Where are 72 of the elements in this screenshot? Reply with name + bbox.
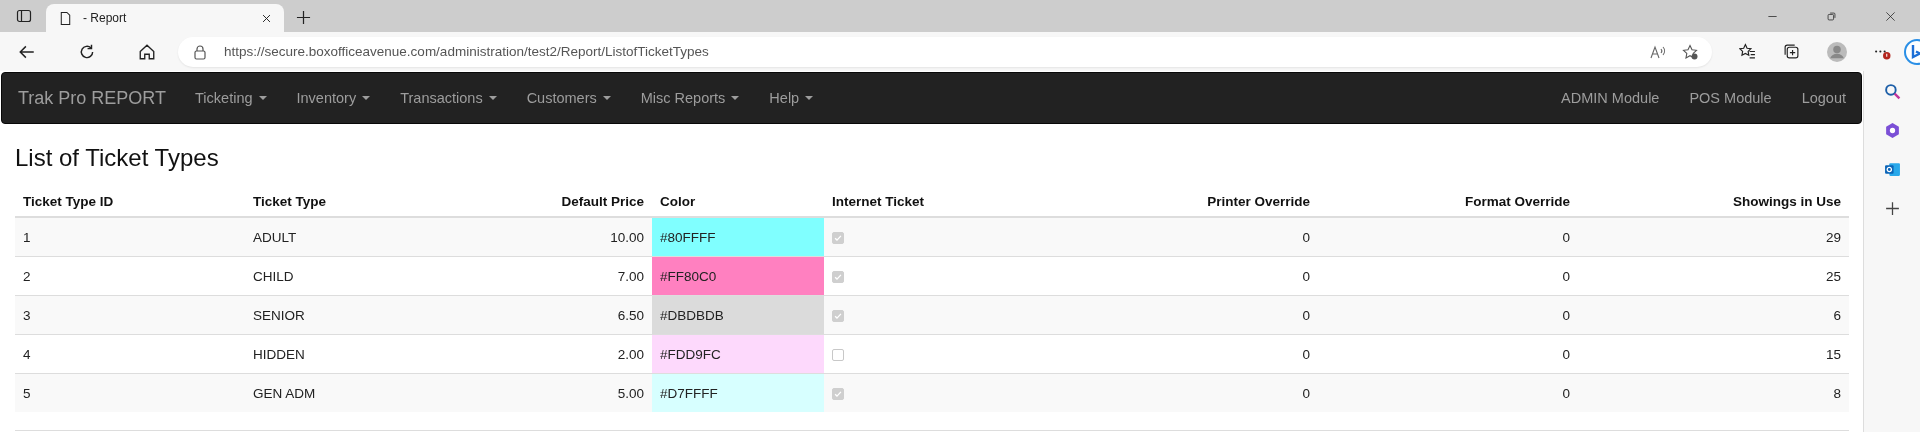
table-cell: 0 bbox=[1318, 373, 1578, 412]
favorite-add-icon[interactable] bbox=[1682, 43, 1698, 60]
table-cell: 10.00 bbox=[520, 217, 652, 257]
checkbox[interactable] bbox=[832, 309, 844, 322]
favorites-icon[interactable] bbox=[1739, 43, 1756, 60]
menu-dropdown[interactable]: Misc Reports bbox=[625, 73, 755, 123]
table-cell: 6 bbox=[1578, 295, 1849, 335]
table-cell: 3 bbox=[15, 295, 245, 335]
table-cell: 0 bbox=[1100, 256, 1318, 296]
refresh-icon[interactable] bbox=[78, 42, 96, 61]
table-cell: 0 bbox=[1100, 334, 1318, 374]
nav-link[interactable]: ADMIN Module bbox=[1546, 73, 1675, 123]
nav-link[interactable]: POS Module bbox=[1674, 73, 1787, 123]
add-icon[interactable] bbox=[1883, 200, 1901, 217]
table-cell: 0 bbox=[1100, 373, 1318, 412]
table-cell: SENIOR bbox=[245, 295, 520, 335]
table-cell: 0 bbox=[1318, 295, 1578, 335]
tab-title: - Report bbox=[83, 11, 128, 25]
table-cell: 4 bbox=[15, 334, 245, 374]
table-cell: CHILD bbox=[245, 256, 520, 296]
checkbox[interactable] bbox=[832, 348, 844, 361]
checkbox[interactable] bbox=[832, 231, 844, 244]
tab-actions-icon[interactable] bbox=[16, 8, 32, 24]
browser-tab[interactable]: - Report bbox=[46, 4, 284, 32]
restore-icon[interactable] bbox=[1826, 11, 1837, 22]
menu-dropdown[interactable]: Ticketing bbox=[180, 73, 282, 123]
outlook-icon[interactable] bbox=[1883, 161, 1901, 178]
table-cell: 7.00 bbox=[520, 256, 652, 296]
color-cell: #D7FFFF bbox=[652, 373, 824, 412]
table-cell: HIDDEN bbox=[245, 334, 520, 374]
menu-dropdown[interactable]: Help bbox=[754, 73, 829, 123]
table-cell: 0 bbox=[1318, 334, 1578, 374]
checkbox[interactable] bbox=[832, 270, 844, 283]
color-cell: #FDD9FC bbox=[652, 334, 824, 374]
hexagon-icon[interactable] bbox=[1883, 122, 1901, 139]
table-cell: 8 bbox=[1578, 373, 1849, 412]
search-icon[interactable] bbox=[1883, 83, 1901, 100]
table-cell: 0 bbox=[1100, 217, 1318, 257]
address-bar[interactable]: https://secure.boxofficeavenue.com/administration/test2/Report/ListofTicketTypes bbox=[178, 36, 1712, 67]
profile-avatar-icon[interactable] bbox=[1827, 41, 1847, 62]
brand-title[interactable]: Trak Pro REPORT bbox=[18, 87, 167, 109]
table-cell: 2.00 bbox=[520, 334, 652, 374]
page-icon bbox=[58, 10, 73, 26]
nav-link[interactable]: Logout bbox=[1786, 73, 1861, 123]
table-cell: 15 bbox=[1578, 334, 1849, 374]
menu-dropdown[interactable]: Inventory bbox=[281, 73, 386, 123]
table-cell: ADULT bbox=[245, 217, 520, 257]
table-cell: 0 bbox=[1100, 295, 1318, 335]
read-aloud-icon[interactable] bbox=[1650, 43, 1666, 60]
table-cell: 1 bbox=[15, 217, 245, 257]
table-cell: GEN ADM bbox=[245, 373, 520, 412]
table-cell: 0 bbox=[1318, 217, 1578, 257]
color-cell: #80FFFF bbox=[652, 217, 824, 257]
table-cell: 5.00 bbox=[520, 373, 652, 412]
home-icon[interactable] bbox=[138, 42, 156, 61]
menu-dropdown[interactable]: Transactions bbox=[385, 73, 512, 123]
table-cell: 6.50 bbox=[520, 295, 652, 335]
table-cell: 2 bbox=[15, 256, 245, 296]
table-cell: 25 bbox=[1578, 256, 1849, 296]
color-cell: #DBDBDB bbox=[652, 295, 824, 335]
color-cell: #FF80C0 bbox=[652, 256, 824, 296]
collections-icon[interactable] bbox=[1783, 43, 1800, 60]
new-tab-icon[interactable] bbox=[296, 10, 311, 25]
table-cell: 0 bbox=[1318, 256, 1578, 296]
url-text: https://secure.boxofficeavenue.com/administration/test2/Report/ListofTicketTypes bbox=[224, 44, 709, 59]
table-cell: 29 bbox=[1578, 217, 1849, 257]
table-cell: 5 bbox=[15, 373, 245, 412]
lock-icon bbox=[192, 43, 208, 60]
menu-dropdown[interactable]: Customers bbox=[511, 73, 626, 123]
close-icon[interactable] bbox=[261, 12, 272, 24]
page-title: List of Ticket Types bbox=[15, 143, 220, 173]
checkbox[interactable] bbox=[832, 387, 844, 400]
